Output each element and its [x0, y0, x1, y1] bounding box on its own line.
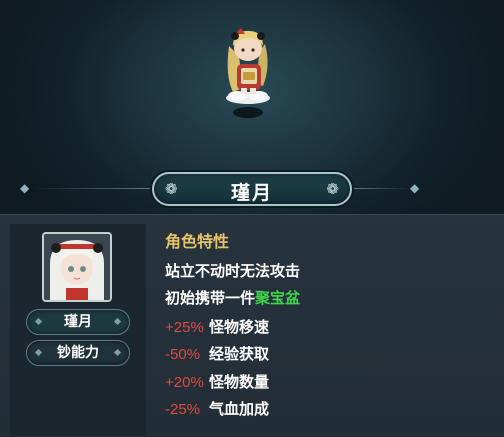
- divider-diamond-icon: ◆: [410, 181, 420, 195]
- game-stage: ◆ ◆ ❁ 瑾月 ❁ 瑾月 钞能力 角色特性 站立不动时无法攻击 初始携带一件聚…: [0, 0, 504, 437]
- flower-ornament-icon: ❁: [326, 180, 339, 198]
- traits-heading: 角色特性: [165, 232, 230, 251]
- divider-line-right: [352, 188, 412, 189]
- character-portrait[interactable]: [42, 232, 112, 302]
- stat-row: -50% 经验获取: [165, 343, 269, 364]
- trait-line-2: 初始携带一件聚宝盆: [165, 287, 300, 308]
- ability-label: 钞能力: [57, 345, 99, 361]
- stat-row: +25% 怪物移速: [165, 316, 269, 337]
- divider-line-left: [30, 188, 152, 189]
- portrait-image: [44, 234, 110, 300]
- stat-label: 气血加成: [209, 400, 270, 418]
- stat-label: 怪物数量: [209, 373, 270, 391]
- divider-diamond-icon: ◆: [20, 181, 30, 195]
- stat-value: -25%: [165, 401, 201, 418]
- character-sprite: [226, 28, 270, 104]
- trait-line-2-prefix: 初始携带一件: [165, 289, 256, 307]
- stat-row: +20% 怪物数量: [165, 371, 269, 392]
- ability-pill[interactable]: 钞能力: [26, 340, 130, 366]
- stat-value: +25%: [165, 319, 204, 336]
- character-name-plate: ❁ 瑾月 ❁: [152, 172, 352, 206]
- character-name-pill[interactable]: 瑾月: [26, 309, 130, 335]
- trait-item-highlight: 聚宝盆: [255, 289, 301, 307]
- diamond-icon: [34, 348, 43, 357]
- diamond-icon: [34, 317, 43, 326]
- stat-row: -25% 气血加成: [165, 398, 269, 419]
- stat-label: 怪物移速: [209, 318, 270, 336]
- stat-value: +20%: [165, 374, 204, 391]
- character-name-title: 瑾月: [230, 182, 273, 204]
- diamond-icon: [113, 348, 122, 357]
- diamond-icon: [113, 317, 122, 326]
- trait-line-1: 站立不动时无法攻击: [165, 262, 301, 280]
- stat-value: -50%: [165, 346, 201, 363]
- stat-label: 经验获取: [209, 345, 270, 363]
- character-name-label: 瑾月: [64, 314, 92, 330]
